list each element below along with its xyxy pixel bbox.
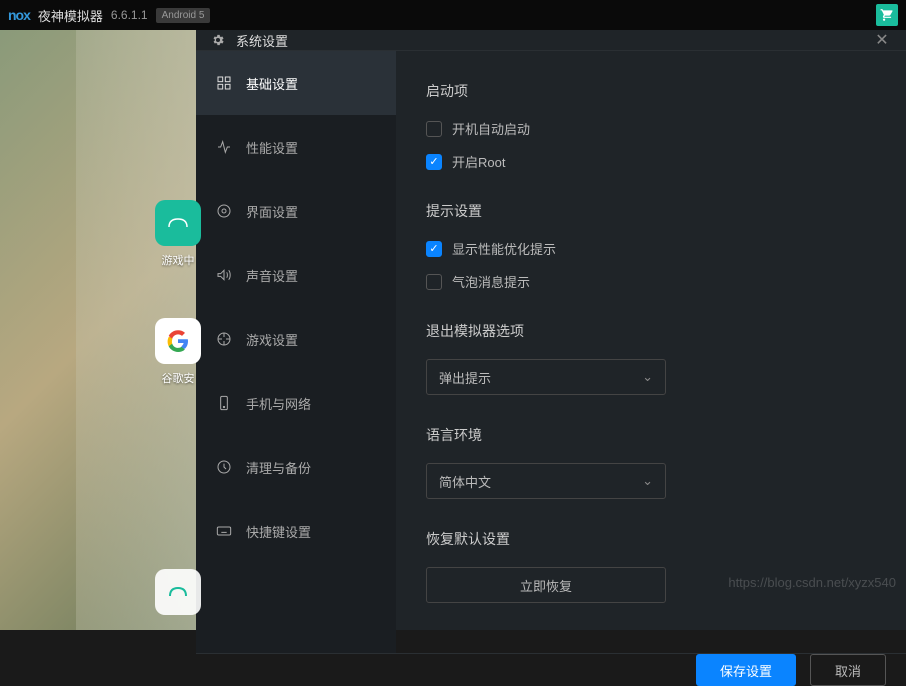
- desktop-app-google[interactable]: 谷歌安: [155, 318, 201, 386]
- section-title: 语言环境: [426, 425, 876, 445]
- sidebar-item-sound[interactable]: 声音设置: [196, 243, 396, 307]
- cancel-button[interactable]: 取消: [810, 654, 886, 686]
- checkbox-label: 显示性能优化提示: [452, 239, 556, 258]
- section-title: 启动项: [426, 81, 876, 101]
- sidebar-item-keyboard[interactable]: 快捷键设置: [196, 499, 396, 563]
- sidebar-item-label: 性能设置: [246, 138, 298, 157]
- sidebar-item-performance[interactable]: 性能设置: [196, 115, 396, 179]
- dock-icon: [155, 569, 201, 615]
- keyboard-icon: [216, 523, 232, 539]
- sidebar-item-label: 快捷键设置: [246, 522, 311, 541]
- settings-sidebar: 基础设置 性能设置 界面设置 声音设置 游戏设置: [196, 51, 396, 653]
- checkbox-label: 开机自动启动: [452, 119, 530, 138]
- cleanup-icon: [216, 459, 232, 475]
- section-title: 恢复默认设置: [426, 529, 876, 549]
- titlebar: nox 夜神模拟器 6.6.1.1 Android 5: [0, 0, 906, 30]
- section-title: 提示设置: [426, 201, 876, 221]
- sidebar-item-cleanup[interactable]: 清理与备份: [196, 435, 396, 499]
- desktop-dock-app[interactable]: [155, 569, 201, 615]
- google-icon: [155, 318, 201, 364]
- performance-icon: [216, 139, 232, 155]
- bubble-hint-checkbox[interactable]: [426, 274, 442, 290]
- restore-defaults-button[interactable]: 立即恢复: [426, 567, 666, 603]
- button-label: 立即恢复: [520, 576, 572, 595]
- sidebar-item-interface[interactable]: 界面设置: [196, 179, 396, 243]
- button-label: 保存设置: [720, 661, 772, 680]
- settings-panel: 系统设置 ✕ 基础设置 性能设置 界面设置: [196, 30, 906, 630]
- sidebar-item-label: 清理与备份: [246, 458, 311, 477]
- sidebar-item-label: 基础设置: [246, 74, 298, 93]
- sidebar-item-mobile[interactable]: 手机与网络: [196, 371, 396, 435]
- select-value: 简体中文: [439, 472, 491, 491]
- sidebar-item-label: 游戏设置: [246, 330, 298, 349]
- select-value: 弹出提示: [439, 368, 491, 387]
- exit-section: 退出模拟器选项 弹出提示 ⌄: [426, 321, 876, 395]
- exit-option-select[interactable]: 弹出提示 ⌄: [426, 359, 666, 395]
- chevron-down-icon: ⌄: [642, 473, 653, 489]
- perf-hint-checkbox[interactable]: [426, 241, 442, 257]
- interface-icon: [216, 203, 232, 219]
- app-label: 谷歌安: [162, 370, 195, 386]
- panel-header: 系统设置 ✕: [196, 30, 906, 51]
- sidebar-item-basic[interactable]: 基础设置: [196, 51, 396, 115]
- checkbox-label: 开启Root: [452, 152, 505, 171]
- android-badge: Android 5: [156, 8, 211, 23]
- sidebar-item-label: 声音设置: [246, 266, 298, 285]
- app-label: 游戏中: [162, 252, 195, 268]
- emulator-desktop: 游戏中 谷歌安: [0, 30, 196, 630]
- language-select[interactable]: 简体中文 ⌄: [426, 463, 666, 499]
- sidebar-item-label: 界面设置: [246, 202, 298, 221]
- save-button[interactable]: 保存设置: [696, 654, 796, 686]
- desktop-app-game[interactable]: 游戏中: [155, 200, 201, 268]
- auto-start-checkbox[interactable]: [426, 121, 442, 137]
- panel-title: 系统设置: [236, 31, 288, 50]
- chevron-down-icon: ⌄: [642, 369, 653, 385]
- sidebar-item-game[interactable]: 游戏设置: [196, 307, 396, 371]
- app-version: 6.6.1.1: [111, 8, 148, 22]
- sidebar-item-label: 手机与网络: [246, 394, 311, 413]
- app-logo: nox: [8, 7, 30, 23]
- settings-content: 启动项 开机自动启动 开启Root 提示设置 显示性能优化提示: [396, 51, 906, 653]
- startup-section: 启动项 开机自动启动 开启Root: [426, 81, 876, 171]
- gear-icon: [210, 32, 226, 48]
- button-label: 取消: [835, 661, 861, 680]
- hints-section: 提示设置 显示性能优化提示 气泡消息提示: [426, 201, 876, 291]
- checkbox-label: 气泡消息提示: [452, 272, 530, 291]
- app-title: 夜神模拟器: [38, 6, 103, 25]
- panel-footer: 保存设置 取消: [196, 653, 906, 686]
- restore-section: 恢复默认设置 立即恢复: [426, 529, 876, 603]
- sound-icon: [216, 267, 232, 283]
- mobile-icon: [216, 395, 232, 411]
- enable-root-checkbox[interactable]: [426, 154, 442, 170]
- close-button[interactable]: ✕: [872, 30, 892, 50]
- nox-game-icon: [155, 200, 201, 246]
- section-title: 退出模拟器选项: [426, 321, 876, 341]
- basic-icon: [216, 75, 232, 91]
- game-icon: [216, 331, 232, 347]
- store-icon[interactable]: [876, 4, 898, 26]
- language-section: 语言环境 简体中文 ⌄: [426, 425, 876, 499]
